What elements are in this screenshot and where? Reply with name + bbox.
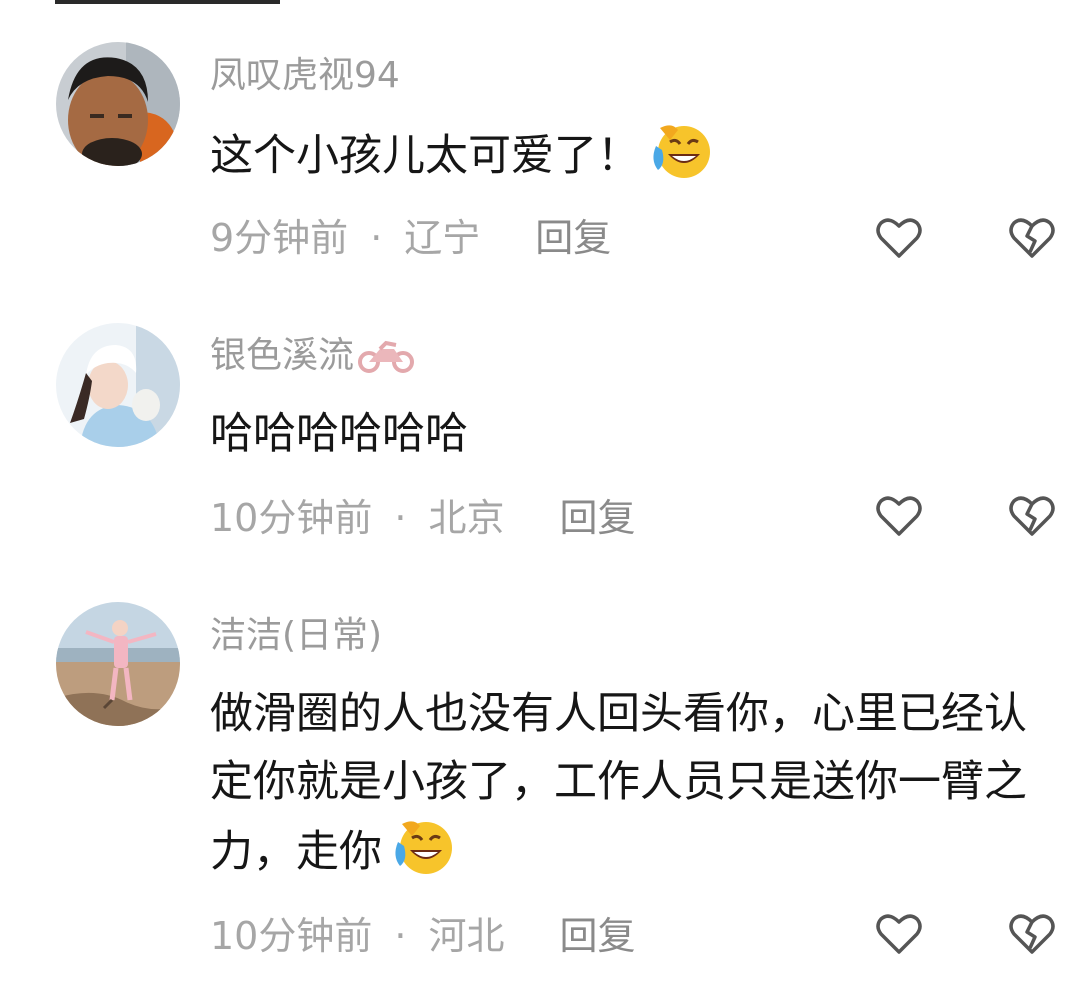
avatar[interactable] (56, 602, 180, 726)
heart-outline-icon (876, 496, 922, 536)
broken-heart-outline-icon (1009, 496, 1055, 536)
username[interactable]: 银色溪流 (210, 334, 415, 384)
username-text[interactable]: 凤叹虎视94 (210, 55, 400, 96)
comment-time: 9分钟前 (210, 216, 349, 260)
comment-time: 10分钟前 (210, 914, 373, 958)
comment-text-body: 这个小孩儿太可爱了！ (210, 131, 640, 181)
comment-location: 辽宁 (404, 216, 481, 260)
meta-separator: · (370, 216, 383, 260)
username[interactable]: 洁洁(日常) (210, 614, 382, 658)
comment-text-body: 哈哈哈哈哈哈 (210, 409, 468, 459)
reply-button[interactable]: 回复 (535, 216, 611, 260)
avatar[interactable] (56, 323, 180, 447)
broken-heart-outline-icon (1009, 218, 1055, 258)
like-button[interactable] (873, 490, 925, 542)
comment-text-body: 做滑圈的人也没有人回头看你，心里已经认定你就是小孩了，工作人员只是送你一臂之力，… (210, 689, 1027, 877)
reply-button[interactable]: 回复 (559, 914, 635, 958)
broken-heart-outline-icon (1009, 914, 1055, 954)
like-button[interactable] (873, 212, 925, 264)
comment-location: 北京 (428, 496, 505, 540)
username-text[interactable]: 洁洁(日常) (210, 615, 382, 656)
comment-meta: 10分钟前 · 北京 回复 (210, 496, 635, 540)
heart-outline-icon (876, 914, 922, 954)
motorcycle-icon (358, 339, 415, 384)
like-button[interactable] (873, 908, 925, 960)
avatar[interactable] (56, 42, 180, 166)
top-divider (55, 0, 280, 4)
dislike-button[interactable] (1006, 490, 1058, 542)
rofl-emoji-icon (650, 120, 714, 200)
comment-text: 哈哈哈哈哈哈 (210, 400, 1040, 468)
reply-button[interactable]: 回复 (559, 496, 635, 540)
dislike-button[interactable] (1006, 212, 1058, 264)
dislike-button[interactable] (1006, 908, 1058, 960)
comment-text: 这个小孩儿太可爱了！ (210, 120, 1040, 200)
comment-location: 河北 (428, 914, 505, 958)
meta-separator: · (394, 914, 407, 958)
username-text[interactable]: 银色溪流 (210, 335, 354, 376)
comment-meta: 10分钟前 · 河北 回复 (210, 914, 635, 958)
comment-text: 做滑圈的人也没有人回头看你，心里已经认定你就是小孩了，工作人员只是送你一臂之力，… (210, 680, 1030, 896)
comment-time: 10分钟前 (210, 496, 373, 540)
rofl-emoji-icon (392, 816, 456, 896)
username[interactable]: 凤叹虎视94 (210, 54, 400, 98)
meta-separator: · (394, 496, 407, 540)
heart-outline-icon (876, 218, 922, 258)
comment-meta: 9分钟前 · 辽宁 回复 (210, 216, 611, 260)
